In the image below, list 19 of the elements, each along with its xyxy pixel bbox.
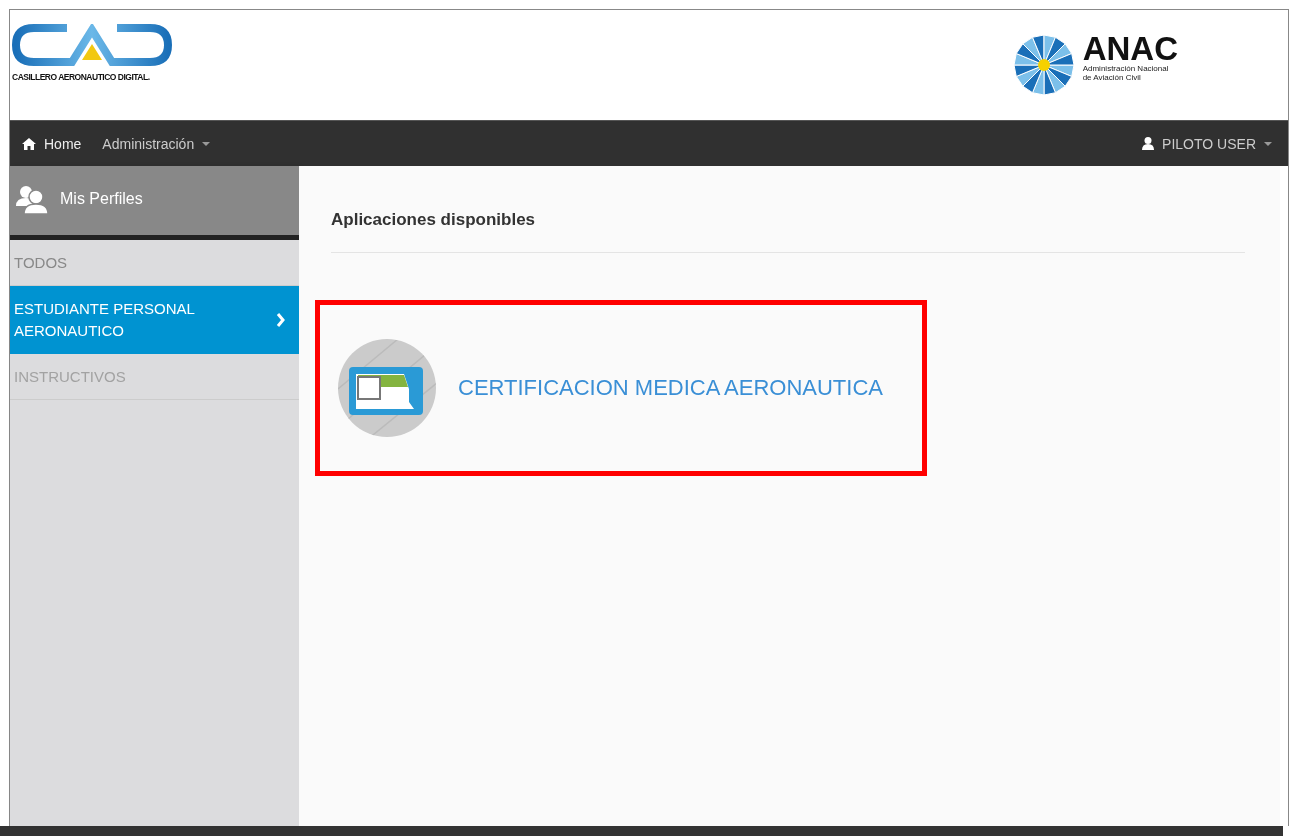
users-icon	[14, 183, 50, 214]
section-title: Aplicaciones disponibles	[331, 210, 1245, 253]
nav-link[interactable]: Home	[22, 135, 103, 152]
logo-subtitle: de Aviación Civil	[1082, 73, 1142, 82]
app-link[interactable]: CERTIFICACION MEDICA AERONAUTICA	[458, 375, 883, 401]
logo-subtitle: Administración Nacional	[1082, 64, 1170, 73]
home-icon	[22, 137, 36, 150]
logo-name: ANAC	[1082, 34, 1178, 64]
chevron-icon	[276, 313, 285, 327]
nav-link[interactable]: Administración	[102, 135, 232, 152]
sidebar-title: Mis Perfiles	[60, 189, 143, 208]
user-menu[interactable]: PILOTO USER	[1142, 135, 1272, 152]
sun-logo-icon	[1012, 34, 1075, 96]
app-icon[interactable]	[338, 339, 436, 437]
sidebar-item[interactable]: ESTUDIANTE PERSONAL AERONAUTICO	[10, 286, 299, 354]
caret-icon	[202, 141, 211, 146]
caret-icon	[1264, 141, 1272, 146]
user-icon	[1142, 137, 1155, 150]
logo-caption: CASILLERO AERONAUTICO DIGITAL.	[12, 71, 151, 83]
